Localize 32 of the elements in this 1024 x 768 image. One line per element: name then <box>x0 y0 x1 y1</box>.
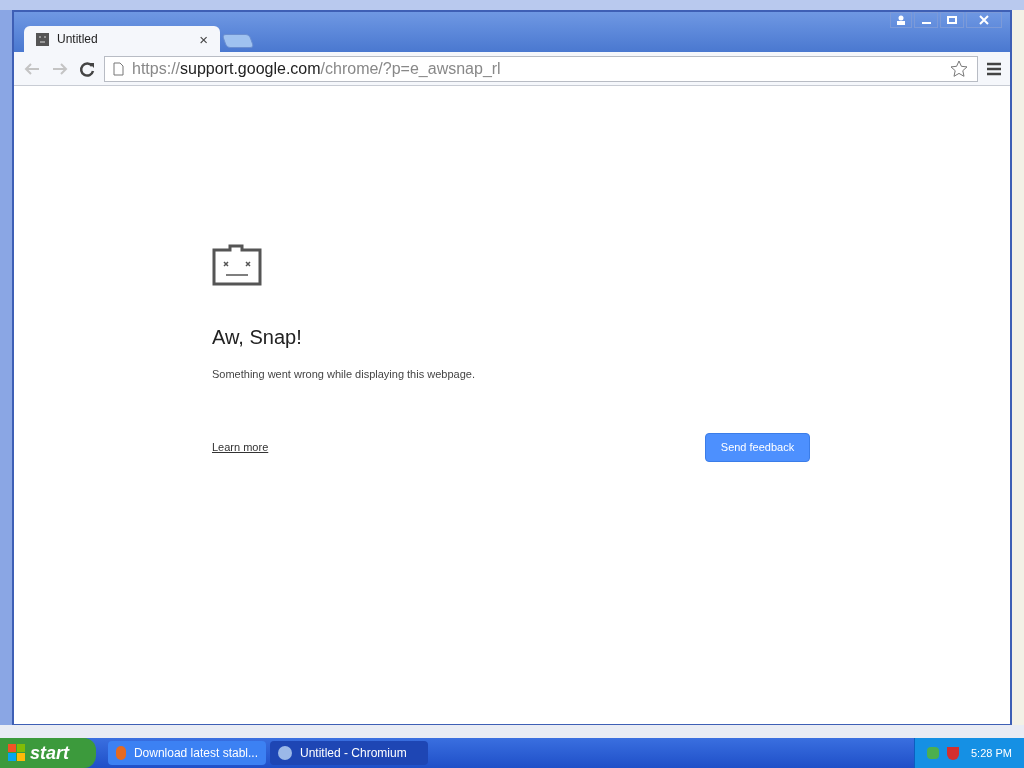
learn-more-link[interactable]: Learn more <box>212 438 269 456</box>
maximize-button[interactable] <box>940 12 964 28</box>
minimize-button[interactable] <box>914 12 938 28</box>
start-button[interactable]: start <box>0 738 96 768</box>
flag-logo-icon <box>8 744 26 762</box>
taskbar-label: Download latest stabl... <box>133 745 258 762</box>
url-text: https://support.google.com/chrome/?p=e_awsnap_rl <box>132 58 502 79</box>
error-heading: Aw, Snap! <box>212 325 303 350</box>
page-icon <box>113 61 124 76</box>
sad-face-icon <box>36 32 49 46</box>
app-icon <box>278 746 292 760</box>
taskbar-item[interactable]: Untitled - Chromium <box>270 741 428 765</box>
shield-icon <box>947 746 959 760</box>
tab-close-button[interactable]: × <box>199 31 208 47</box>
taskbar-item[interactable]: Download latest stabl... <box>108 741 266 765</box>
star-icon[interactable] <box>949 58 969 79</box>
reload-icon[interactable] <box>78 59 96 78</box>
menu-icon[interactable] <box>986 61 1002 76</box>
browser-tab[interactable]: Untitled × <box>24 26 220 52</box>
person-icon <box>896 15 906 25</box>
error-message: Something went wrong while displaying this webpage. <box>212 367 476 382</box>
app-icon <box>116 746 126 760</box>
profile-icon[interactable] <box>890 12 912 28</box>
address-field[interactable]: https://support.google.com/chrome/?p=e_awsnap_rl <box>104 55 978 82</box>
close-icon <box>979 15 989 25</box>
network-icon <box>927 747 939 759</box>
close-button[interactable] <box>966 12 1002 28</box>
new-tab-button[interactable] <box>221 34 255 48</box>
clock: 5:28 PM <box>971 745 1012 761</box>
tab-title: Untitled <box>57 31 99 48</box>
taskbar-label: Untitled - Chromium <box>300 745 407 762</box>
sad-folder-icon <box>212 244 262 286</box>
